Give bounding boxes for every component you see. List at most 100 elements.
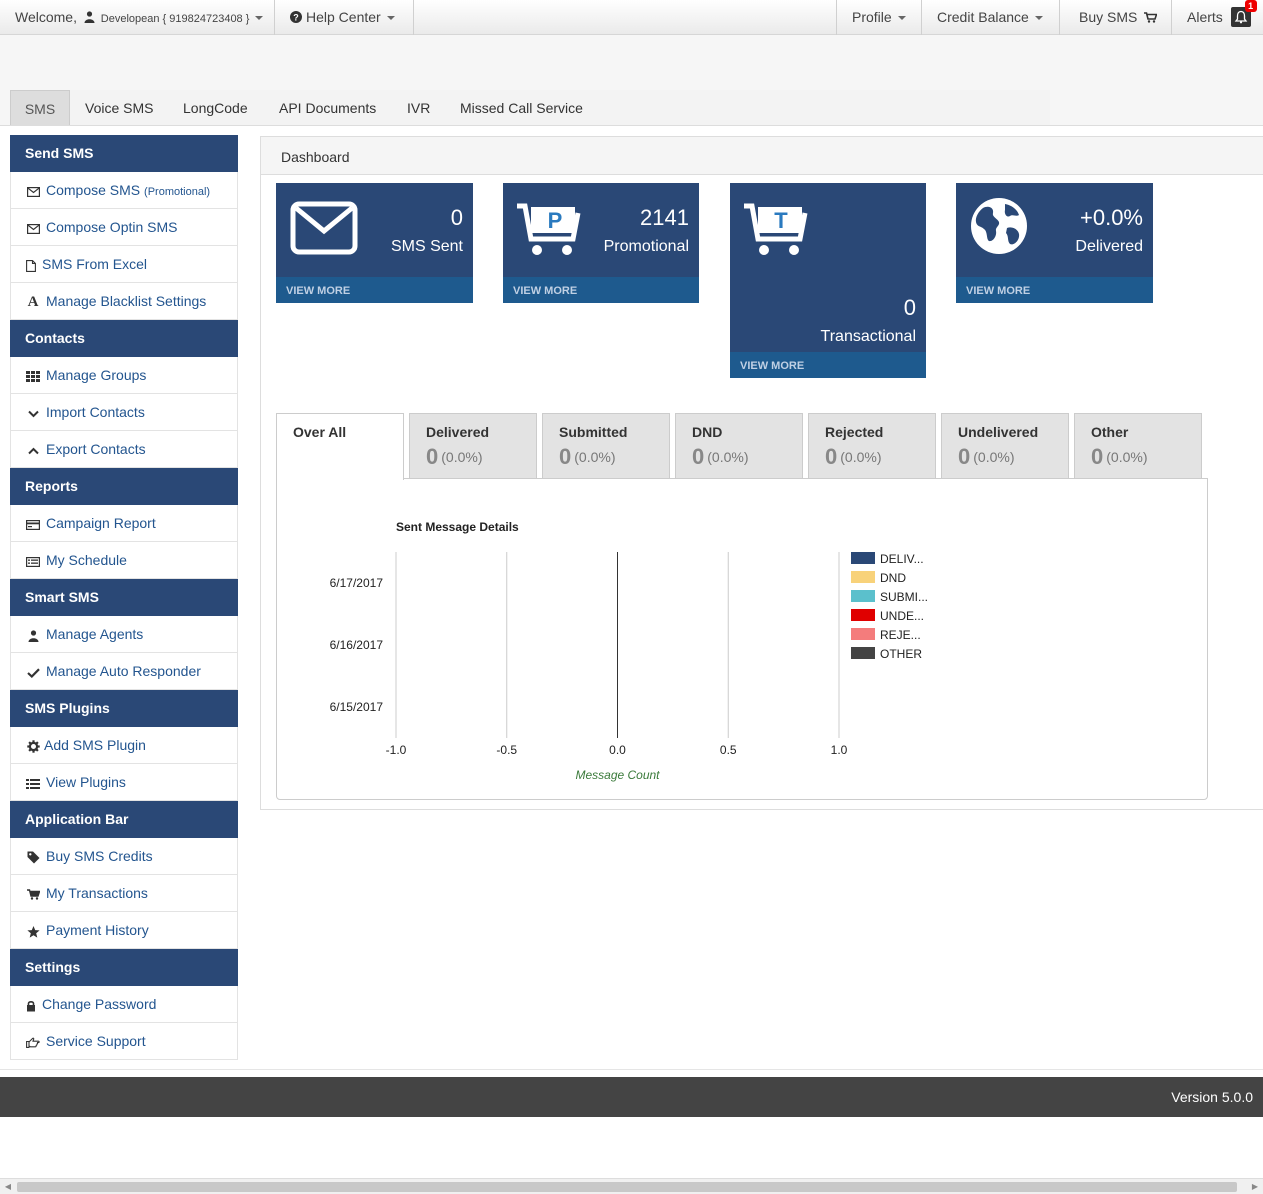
sent-message-chart: Sent Message Details -1.0 -0.5 0.0 0.5 1.0 6/1… — [330, 520, 928, 782]
credit-card-icon — [26, 506, 41, 543]
chevron-down-icon — [897, 16, 906, 21]
sidebar-item-buy-sms-credits[interactable]: Buy SMS Credits — [10, 838, 238, 875]
help-center-menu[interactable]: ? Help Center — [275, 0, 414, 35]
sidebar-item-manage-agents[interactable]: Manage Agents — [10, 616, 238, 653]
legend-label: SUBMI... — [880, 590, 928, 604]
sidebar-item-compose-optin-sms[interactable]: Compose Optin SMS — [10, 209, 238, 246]
tile-value: 0 — [450, 205, 463, 230]
list-alt-icon — [26, 543, 41, 580]
module-tabs: SMS Voice SMS LongCode API Documents IVR… — [10, 90, 1050, 126]
sidebar-item-service-support[interactable]: Service Support — [10, 1023, 238, 1060]
tab-title: Over All — [293, 424, 347, 440]
tab-submitted[interactable]: Submitted 0 (0.0%) — [542, 413, 670, 479]
y-tick-label: 6/16/2017 — [330, 638, 384, 652]
scrollbar-thumb[interactable] — [17, 1182, 1237, 1192]
sidebar-item-add-sms-plugin[interactable]: Add SMS Plugin — [10, 727, 238, 764]
sidebar-item-campaign-report[interactable]: Campaign Report — [10, 505, 238, 542]
profile-label: Profile — [852, 9, 892, 25]
sidebar-item-import-contacts[interactable]: Import Contacts — [10, 394, 238, 431]
y-tick-label: 6/17/2017 — [330, 576, 384, 590]
chevron-down-icon — [26, 395, 40, 432]
tab-dnd[interactable]: DND 0 (0.0%) — [675, 413, 803, 479]
sidebar-item-label: Compose SMS — [46, 182, 141, 198]
tab-api-documents[interactable]: API Documents — [264, 90, 391, 126]
tab-delivered[interactable]: Delivered 0 (0.0%) — [409, 413, 537, 479]
tab-sms[interactable]: SMS — [10, 90, 70, 126]
svg-text:?: ? — [293, 12, 299, 22]
alert-count-badge: 1 — [1244, 0, 1257, 13]
view-more-link[interactable]: VIEW MORE — [730, 352, 926, 378]
sidebar-item-label: Buy SMS Credits — [46, 848, 153, 864]
x-tick-label: -1.0 — [386, 743, 407, 757]
tab-ivr[interactable]: IVR — [392, 90, 445, 126]
sidebar-section-settings: Settings — [10, 949, 238, 986]
view-more-link[interactable]: VIEW MORE — [276, 277, 473, 303]
delivered-tile: +0.0% Delivered VIEW MORE — [956, 183, 1153, 303]
top-navbar: Welcome, Developean { 919824723408 } ? H… — [0, 0, 1263, 35]
version-label: Version 5.0.0 — [1171, 1089, 1253, 1105]
tab-missed-call-service[interactable]: Missed Call Service — [445, 90, 598, 126]
x-axis-label: Message Count — [575, 768, 660, 782]
tab-rejected[interactable]: Rejected 0 (0.0%) — [808, 413, 936, 479]
tile-label: Transactional — [820, 328, 916, 345]
legend-swatch — [851, 552, 875, 564]
tile-value: +0.0% — [1080, 205, 1143, 230]
check-icon — [26, 654, 40, 691]
sidebar-item-manage-auto-responder[interactable]: Manage Auto Responder — [10, 653, 238, 690]
hand-pointing-icon — [26, 1024, 40, 1061]
tab-title: Rejected — [825, 424, 884, 440]
alerts-menu[interactable]: Alerts 1 — [1171, 0, 1263, 35]
sms-sent-tile: 0 SMS Sent VIEW MORE — [276, 183, 473, 303]
tab-other[interactable]: Other 0 (0.0%) — [1074, 413, 1202, 479]
x-tick-label: 0.0 — [609, 743, 626, 757]
sidebar-section-application-bar: Application Bar — [10, 801, 238, 838]
sidebar-item-my-transactions[interactable]: My Transactions — [10, 875, 238, 912]
sidebar-item-manage-groups[interactable]: Manage Groups — [10, 357, 238, 394]
sidebar-item-label: Manage Blacklist Settings — [46, 293, 207, 309]
tab-percent: (0.0%) — [441, 449, 483, 465]
tag-icon — [26, 839, 40, 876]
sidebar-section-smart-sms: Smart SMS — [10, 579, 238, 616]
welcome-menu[interactable]: Welcome, Developean { 919824723408 } — [0, 0, 275, 35]
view-more-link[interactable]: VIEW MORE — [956, 277, 1153, 303]
sidebar-item-change-password[interactable]: Change Password — [10, 986, 238, 1023]
transactional-tile: T 0 Transactional VIEW MORE — [730, 183, 926, 378]
lock-icon — [26, 987, 36, 1024]
sidebar-item-compose-sms[interactable]: Compose SMS (Promotional) — [10, 172, 238, 209]
tab-voice-sms[interactable]: Voice SMS — [70, 90, 168, 126]
welcome-label: Welcome, — [15, 9, 77, 25]
scroll-left-arrow-icon[interactable]: ◀ — [0, 1179, 16, 1194]
sidebar-item-manage-blacklist[interactable]: A Manage Blacklist Settings — [10, 283, 238, 320]
tile-value: 2141 — [640, 205, 689, 230]
sidebar-item-label: Campaign Report — [46, 515, 156, 531]
tab-over-all[interactable]: Over All — [276, 413, 404, 480]
tab-count: 0 — [692, 444, 705, 469]
x-tick-label: 1.0 — [831, 743, 848, 757]
profile-menu[interactable]: Profile — [836, 0, 922, 35]
legend-label: OTHER — [880, 647, 922, 661]
legend-swatch — [851, 647, 875, 659]
bell-icon: 1 — [1230, 0, 1257, 28]
tab-count: 0 — [825, 444, 838, 469]
buy-sms-link[interactable]: Buy SMS — [1059, 0, 1172, 35]
star-icon — [26, 913, 40, 950]
sidebar-item-view-plugins[interactable]: View Plugins — [10, 764, 238, 801]
legend-label: UNDE... — [880, 609, 924, 623]
list-icon — [26, 765, 40, 802]
sidebar-item-sms-from-excel[interactable]: SMS From Excel — [10, 246, 238, 283]
view-more-link[interactable]: VIEW MORE — [503, 277, 699, 303]
legend-swatch — [851, 628, 875, 640]
scroll-right-arrow-icon[interactable]: ▶ — [1247, 1179, 1263, 1194]
sidebar-item-label: Compose Optin SMS — [46, 219, 178, 235]
sidebar-item-label: Manage Agents — [46, 626, 144, 642]
sidebar-item-export-contacts[interactable]: Export Contacts — [10, 431, 238, 468]
credit-balance-menu[interactable]: Credit Balance — [921, 0, 1060, 35]
sidebar-item-payment-history[interactable]: Payment History — [10, 912, 238, 949]
horizontal-scrollbar[interactable]: ◀ ▶ — [0, 1178, 1263, 1194]
sidebar-item-my-schedule[interactable]: My Schedule — [10, 542, 238, 579]
file-icon — [26, 247, 36, 284]
tab-undelivered[interactable]: Undelivered 0 (0.0%) — [941, 413, 1069, 479]
sidebar-item-label: View Plugins — [46, 774, 126, 790]
legend-label: DELIV... — [880, 552, 924, 566]
tab-longcode[interactable]: LongCode — [168, 90, 263, 126]
